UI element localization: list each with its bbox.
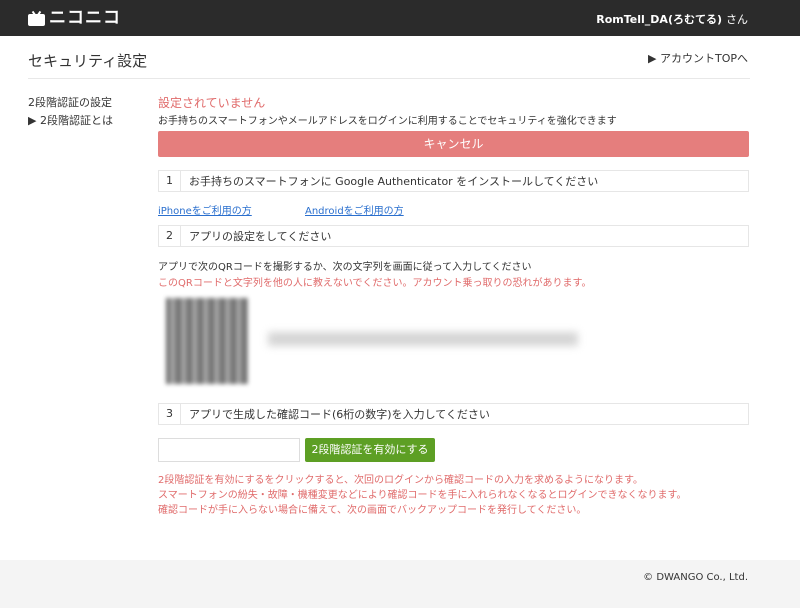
step-3: 3 アプリで生成した確認コード(6桁の数字)を入力してください [158,403,749,425]
qr-warning: このQRコードと文字列を他の人に教えないでください。アカウント乗っ取りの恐れがあ… [158,278,592,289]
tv-icon [28,10,45,26]
note-line: 確認コードが手に入らない場合に備えて、次の画面でバックアップコードを発行してくだ… [158,505,587,516]
step-1: 1 お手持ちのスマートフォンに Google Authenticator をイン… [158,170,749,192]
step-text: お手持ちのスマートフォンに Google Authenticator をインスト… [189,175,599,188]
verification-code-input[interactable] [158,438,300,462]
divider [28,78,750,79]
notes: 2段階認証を有効にするをクリックすると、次回のログインから確認コードの入力を求め… [158,473,687,518]
copyright: © DWANGO Co., Ltd. [643,572,748,583]
iphone-link[interactable]: iPhoneをご利用の方 [158,202,252,217]
username: RomTell_DA(ろむてる) [596,13,722,26]
sidebar: 2段階認証の設定 ▶ 2段階認証とは [28,94,113,130]
step-number: 2 [159,226,181,246]
description-text: お手持ちのスマートフォンやメールアドレスをログインに利用することでセキュリティを… [158,116,617,127]
footer: © DWANGO Co., Ltd. [0,560,800,608]
android-link[interactable]: Androidをご利用の方 [305,202,404,217]
status-text: 設定されていません [158,96,266,110]
qr-code-image [166,298,248,384]
step-text: アプリの設定をしてください [189,230,332,243]
niconico-logo[interactable]: ニコニコ [28,9,121,27]
note-line: 2段階認証を有効にするをクリックすると、次回のログインから確認コードの入力を求め… [158,475,644,486]
step-number: 1 [159,171,181,191]
step-text: アプリで生成した確認コード(6桁の数字)を入力してください [189,408,490,421]
sidebar-item-2fa-settings[interactable]: 2段階認証の設定 [28,94,113,112]
step-2: 2 アプリの設定をしてください [158,225,749,247]
cancel-button[interactable]: キャンセル [158,131,749,157]
enable-2fa-button[interactable]: 2段階認証を有効にする [305,438,435,462]
top-header: ニコニコ RomTell_DA(ろむてる) さん [0,0,800,36]
secret-key-text [268,332,578,346]
step-number: 3 [159,404,181,424]
qr-instruction: アプリで次のQRコードを撮影するか、次の文字列を画面に従って入力してください [158,262,532,273]
account-top-link[interactable]: ▶ アカウントTOPへ [648,50,748,66]
main-panel: セキュリティ設定 ▶ アカウントTOPへ 2段階認証の設定 ▶ 2段階認証とは … [0,36,800,560]
honorific: さん [726,13,748,26]
page-title: セキュリティ設定 [28,52,148,70]
note-line: スマートフォンの紛失・故障・機種変更などにより確認コードを手に入れられなくなると… [158,490,687,501]
user-menu[interactable]: RomTell_DA(ろむてる) さん [596,11,748,27]
logo-text: ニコニコ [49,8,121,28]
sidebar-item-2fa-about[interactable]: ▶ 2段階認証とは [28,112,113,130]
